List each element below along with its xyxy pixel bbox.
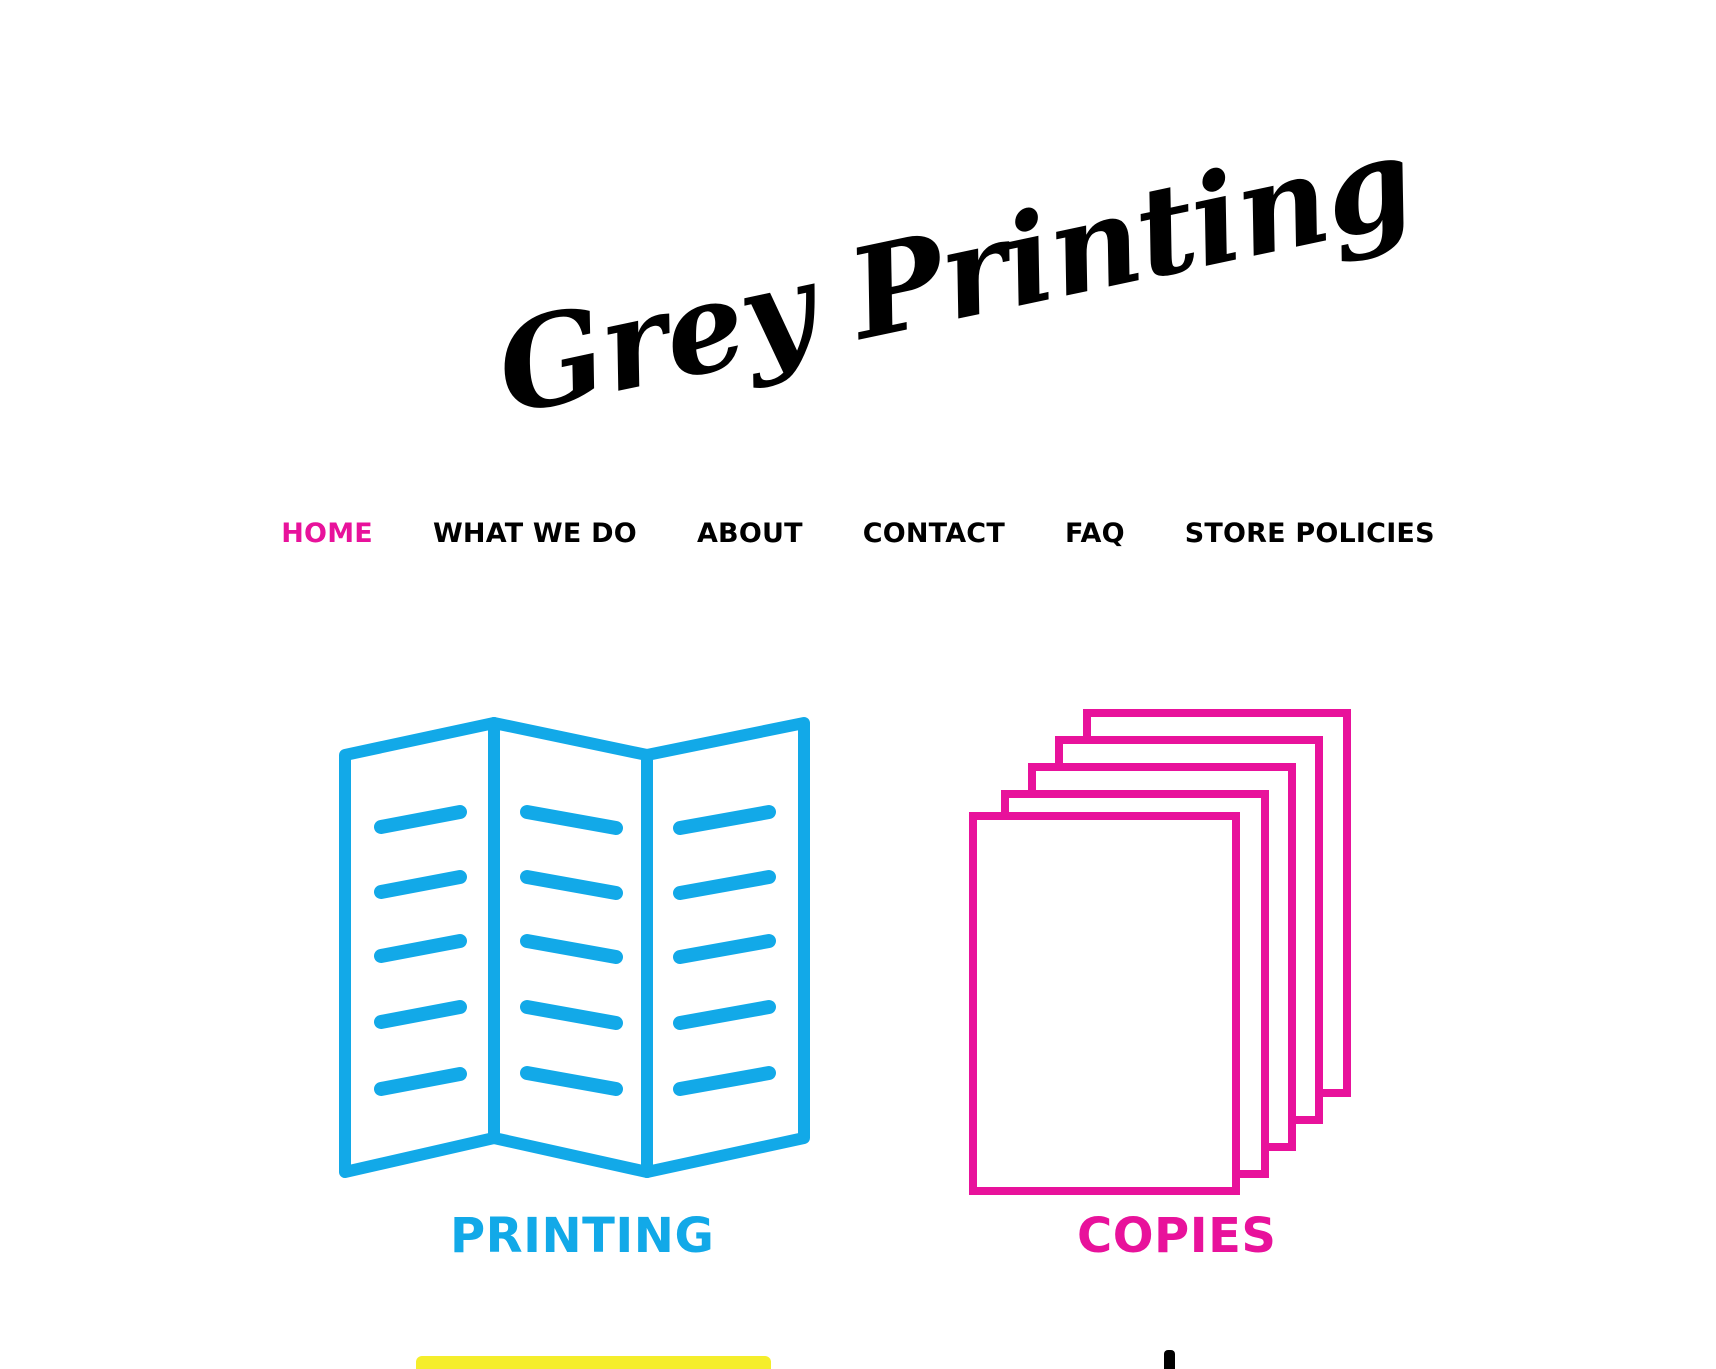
site-logo[interactable]: Grey Printing bbox=[480, 108, 1424, 520]
nav-item-what-we-do[interactable]: WHAT WE DO bbox=[433, 518, 637, 549]
nav-item-contact[interactable]: CONTACT bbox=[863, 518, 1005, 549]
nav-item-about[interactable]: ABOUT bbox=[697, 518, 803, 549]
black-service-icon-partial bbox=[1164, 1350, 1175, 1369]
brochure-icon bbox=[339, 717, 810, 1178]
nav-item-store-policies[interactable]: STORE POLICIES bbox=[1185, 518, 1435, 549]
nav-item-home[interactable]: HOME bbox=[281, 518, 373, 549]
nav-item-faq[interactable]: FAQ bbox=[1065, 518, 1125, 549]
printing-label: PRINTING bbox=[450, 1208, 715, 1264]
logo-text: Grey Printing bbox=[484, 108, 1425, 444]
copies-label: COPIES bbox=[1077, 1208, 1277, 1264]
paper-stack-icon bbox=[969, 709, 1351, 1195]
main-nav: HOME WHAT WE DO ABOUT CONTACT FAQ STORE … bbox=[0, 518, 1716, 549]
yellow-service-icon-partial bbox=[416, 1356, 771, 1369]
